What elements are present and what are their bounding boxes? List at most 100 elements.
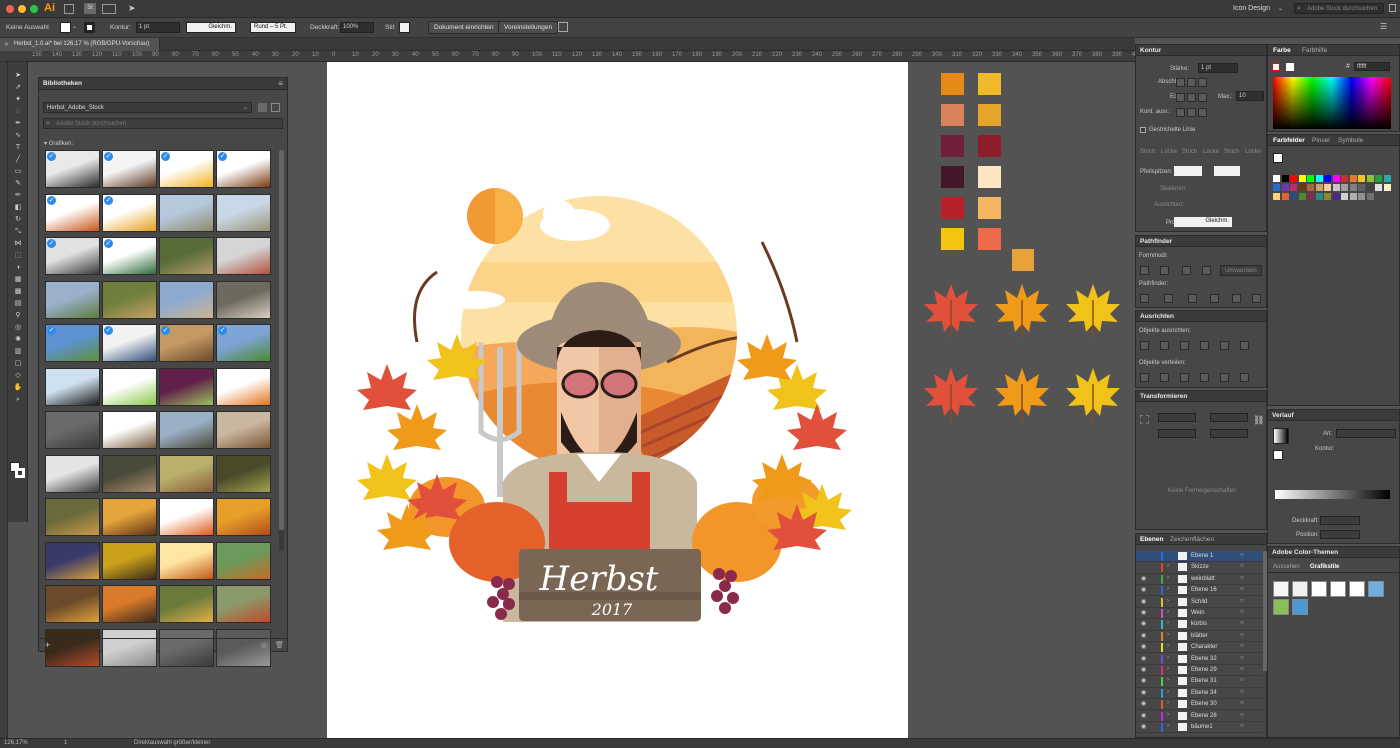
color-swatch[interactable] [1273,184,1280,191]
artboard-tool-icon[interactable]: ▢ [12,360,24,368]
expand-arrow-icon[interactable]: › [1167,700,1169,706]
line-tool-icon[interactable]: ╱ [12,156,24,164]
color-swatch[interactable] [1307,175,1314,182]
align-option-icon[interactable] [1180,373,1189,382]
layer-row[interactable]: ◉ › Ebene 29 ○ [1136,665,1262,677]
pen-icon[interactable]: ✒ [12,120,24,128]
color-swatch[interactable] [1383,184,1391,191]
zoom-level[interactable]: 126,17% [4,740,28,746]
graph-tool-icon[interactable]: ▥ [12,348,24,356]
library-thumbnail[interactable] [159,237,214,275]
palette-swatch[interactable] [941,197,964,219]
library-thumbnail[interactable]: ✓ [45,150,100,188]
color-spectrum[interactable] [1273,77,1391,129]
color-swatch[interactable] [1324,175,1331,182]
palette-swatch[interactable] [941,135,964,157]
free-transform-icon[interactable]: ⬚ [12,252,24,260]
tab-color-guide[interactable]: Farbhilfe [1302,47,1327,54]
expand-arrow-icon[interactable]: › [1167,563,1169,569]
selection-tool-icon[interactable]: ➤ [12,72,24,80]
library-thumbnail[interactable] [216,411,271,449]
minus-front-icon[interactable] [1160,266,1169,275]
target-icon[interactable]: ○ [1240,689,1244,695]
chevron-down-icon[interactable]: ⌄ [72,23,77,30]
hand-icon[interactable]: ✋ [12,384,24,392]
magic-wand-icon[interactable]: ✦ [12,96,24,104]
expand-arrow-icon[interactable]: › [1167,598,1169,604]
palette-swatch[interactable] [941,104,964,126]
stroke-color-swatch[interactable] [84,22,95,33]
layer-row[interactable]: ◉ › weinblatt ○ [1136,574,1262,586]
color-swatch[interactable] [1341,193,1348,200]
visibility-eye-icon[interactable]: ◉ [1141,655,1146,662]
layer-row[interactable]: ◉ › Ebene 30 ○ [1136,699,1262,711]
library-thumbnail[interactable] [159,411,214,449]
cc-icon[interactable]: ◎ [261,641,267,649]
exclude-icon[interactable] [1202,266,1211,275]
palette-swatch[interactable] [978,104,1001,126]
library-thumbnail[interactable] [216,237,271,275]
fill-color-swatch[interactable] [60,22,71,33]
tab-symbols[interactable]: Symbole [1338,137,1363,144]
grid-view-icon[interactable] [258,103,267,112]
layer-row[interactable]: Ebene 1 ○ [1136,551,1262,563]
target-icon[interactable]: ○ [1240,563,1244,569]
tab-color[interactable]: Farbe [1273,47,1291,54]
width-field[interactable] [1210,413,1248,422]
graphic-style-thumb[interactable] [1292,599,1308,615]
library-search-input[interactable]: ⌕ Adobe Stock durchsuchen [43,118,283,129]
extra-swatch[interactable] [1012,249,1034,271]
layer-row[interactable]: ◉ › kürbis ○ [1136,619,1262,631]
color-swatch[interactable] [1366,175,1374,182]
target-icon[interactable]: ○ [1240,575,1244,581]
eraser-icon[interactable]: ◧ [12,204,24,212]
target-icon[interactable]: ○ [1240,677,1244,683]
library-thumbnail[interactable]: ✓ [102,237,157,275]
autumn-illustration[interactable]: Herbst 2017 [327,62,908,740]
library-thumbnail[interactable]: ✓ [45,193,100,232]
maple-leaf-symbol[interactable] [1062,364,1124,428]
layer-row[interactable]: ◉ › Charakter ○ [1136,642,1262,654]
color-swatch[interactable] [1315,175,1323,182]
library-thumbnail[interactable] [45,411,100,449]
graphic-style-thumb[interactable] [1368,581,1384,597]
color-swatch[interactable] [1332,193,1340,200]
round-join-icon[interactable] [1187,93,1196,102]
layer-row[interactable]: ◉ › Wein ○ [1136,608,1262,620]
direct-selection-icon[interactable]: ⇗ [12,84,24,92]
close-window-button[interactable] [6,5,14,13]
visibility-eye-icon[interactable]: ◉ [1141,632,1146,639]
tab-graphic-styles[interactable]: Grafikstile [1310,564,1339,570]
target-icon[interactable]: ○ [1240,609,1244,615]
stock-icon[interactable]: St [84,3,96,14]
color-swatch[interactable] [1349,184,1357,191]
align-option-icon[interactable] [1160,373,1169,382]
expand-button[interactable]: Umwandeln [1220,265,1262,276]
visibility-eye-icon[interactable]: ◉ [1141,643,1146,650]
color-swatch[interactable] [1273,175,1280,182]
visibility-eye-icon[interactable]: ◉ [1141,677,1146,684]
rotate-icon[interactable]: ↻ [12,216,24,224]
fill-swatch[interactable] [1273,153,1283,163]
library-thumbnail[interactable]: ✓ [102,150,157,188]
ruler-origin[interactable] [0,51,28,62]
align-option-icon[interactable] [1140,341,1149,350]
library-thumbnail[interactable] [102,585,157,623]
library-thumbnail[interactable] [45,280,100,319]
align-option-icon[interactable] [1200,341,1209,350]
target-icon[interactable]: ○ [1240,655,1244,661]
tab-appearance[interactable]: Aussehen [1273,564,1300,570]
gradient-slider[interactable] [1275,490,1390,499]
graphics-section-label[interactable]: ▾ Grafiken: [44,140,73,147]
tab-brushes[interactable]: Pinsel [1312,137,1330,144]
color-swatch[interactable] [1307,184,1314,191]
tab-swatches[interactable]: Farbfelder [1273,137,1305,144]
stroke-weight-input[interactable]: 1 pt [136,22,180,33]
visibility-eye-icon[interactable]: ◉ [1141,712,1146,719]
symbol-sprayer-icon[interactable]: ✺ [12,336,24,344]
library-thumbnail[interactable] [159,193,214,232]
x-field[interactable] [1158,413,1196,422]
graphic-style-thumb[interactable] [1330,581,1346,597]
height-field[interactable] [1210,429,1248,438]
library-thumbnail[interactable] [216,367,271,406]
